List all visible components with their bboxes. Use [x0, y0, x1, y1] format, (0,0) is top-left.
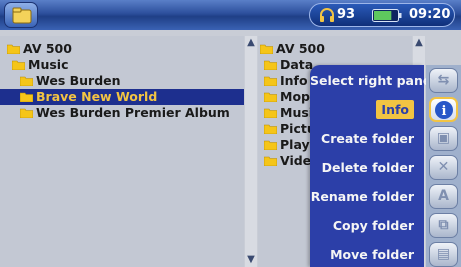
menu-item-copy-folder[interactable]: Copy folder [310, 215, 420, 237]
menu-item-delete-folder[interactable]: Delete folder [310, 157, 420, 179]
home-icon [12, 7, 32, 24]
folder-icon [20, 76, 33, 86]
menu-item-move-folder[interactable]: Move folder [310, 244, 420, 266]
headphone-icon [320, 8, 334, 22]
folder-icon [264, 92, 277, 102]
list-item-label: AV 500 [23, 41, 72, 56]
list-item-label: Playl [280, 137, 314, 152]
menu-item-label: Move folder [330, 247, 414, 262]
left-scrollbar[interactable]: ▲ ▼ [245, 36, 257, 267]
info-icon[interactable]: i [429, 97, 458, 122]
right-list-item[interactable]: Data [264, 57, 313, 73]
menu-icon-strip: ⇆ i ▣ ✕ A ⧉ ▤ [426, 65, 461, 267]
scroll-up-arrow-icon[interactable]: ▲ [246, 38, 256, 48]
left-list-item[interactable]: Music [0, 57, 244, 73]
status-bar: 93 09:20 [0, 0, 461, 30]
battery-icon [372, 9, 402, 22]
folder-icon [20, 92, 33, 102]
folder-icon [20, 108, 33, 118]
clock: 09:20 [409, 7, 451, 22]
left-list-item[interactable]: Brave New World [0, 89, 244, 105]
folder-icon [7, 44, 20, 54]
menu-item-label: Rename folder [310, 189, 414, 204]
list-item-label: Brave New World [36, 89, 158, 104]
pane-switch-icon[interactable]: ⇆ [429, 68, 458, 93]
menu-item-label: Delete folder [321, 160, 414, 175]
folder-icon [264, 156, 277, 166]
copy-icon[interactable]: ⧉ [429, 213, 458, 238]
list-item-label: Music [28, 57, 69, 72]
right-list-item[interactable]: Musi [264, 105, 313, 121]
menu-item-select-right-pane[interactable]: Select right pane [310, 70, 431, 92]
folder-icon [264, 124, 277, 134]
right-list-item[interactable]: AV 500 [260, 41, 325, 57]
menu-item-rename-folder[interactable]: Rename folder [310, 186, 420, 208]
list-item-label: Musi [280, 105, 314, 120]
list-item-label: AV 500 [276, 41, 325, 56]
menu-item-label: Select right pane [310, 73, 432, 88]
folder-icon [264, 60, 277, 70]
menu-item-label: Create folder [321, 131, 414, 146]
right-list-item[interactable]: Playl [264, 137, 314, 153]
scroll-down-arrow-icon[interactable]: ▼ [246, 255, 256, 265]
home-button[interactable] [4, 2, 38, 28]
list-item-label: Wes Burden [36, 73, 121, 88]
volume-level: 93 [337, 7, 356, 22]
menu-item-info[interactable]: Info [310, 99, 420, 121]
folder-icon [260, 44, 273, 54]
folder-icon [264, 108, 277, 118]
delete-icon[interactable]: ✕ [429, 155, 458, 180]
folder-icon [264, 76, 277, 86]
folder-icon [264, 140, 277, 150]
context-menu: Select right pane Info Create folder Delete… [310, 65, 431, 267]
rename-icon[interactable]: A [429, 184, 458, 209]
menu-item-create-folder[interactable]: Create folder [310, 128, 420, 150]
left-list-item[interactable]: AV 500 [0, 41, 244, 57]
scroll-up-arrow-icon[interactable]: ▲ [414, 38, 424, 48]
list-item-label: Wes Burden Premier Album [36, 105, 230, 120]
folder-create-icon[interactable]: ▣ [429, 126, 458, 151]
move-icon[interactable]: ▤ [429, 242, 458, 267]
right-list-item[interactable]: Pictu [264, 121, 316, 137]
svg-text:i: i [441, 104, 446, 119]
list-item-label: Info [280, 73, 308, 88]
menu-item-label: Info [376, 100, 414, 119]
status-pill: 93 09:20 [309, 3, 455, 27]
left-file-pane[interactable]: AV 500 Music Wes Burden Brave New World Wes … [0, 36, 244, 267]
left-list-item[interactable]: Wes Burden [0, 73, 244, 89]
list-item-label: Data [280, 57, 314, 72]
right-list-item[interactable]: Info [264, 73, 308, 89]
folder-icon [12, 60, 25, 70]
menu-item-label: Copy folder [332, 218, 414, 233]
left-list-item[interactable]: Wes Burden Premier Album [0, 105, 244, 121]
